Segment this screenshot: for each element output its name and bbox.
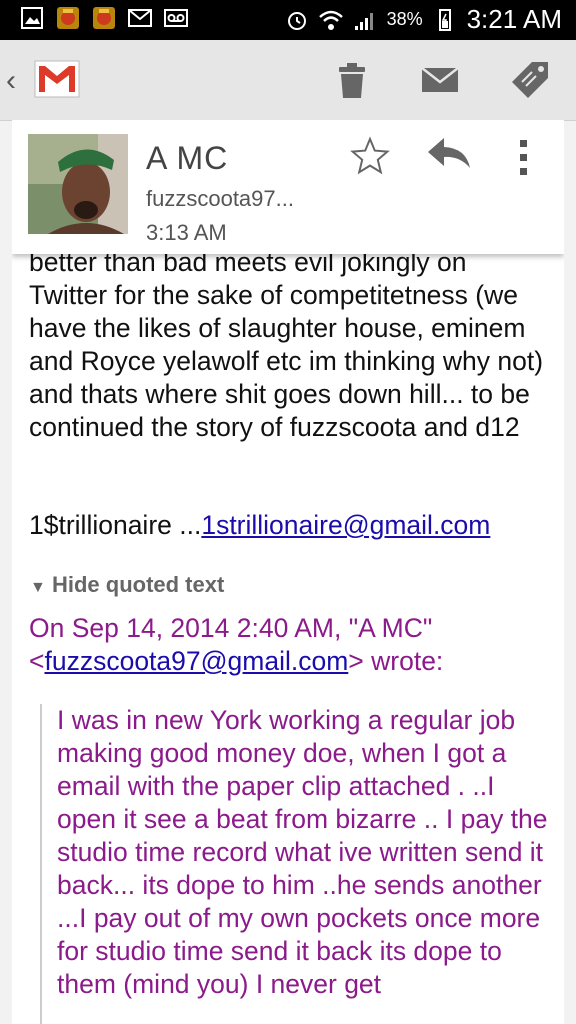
label-tag-icon <box>512 62 548 98</box>
hide-quoted-text-toggle[interactable]: ▼ Hide quoted text <box>30 572 224 598</box>
signature: 1$trillionaire ...1strillionaire@gmail.c… <box>29 510 490 541</box>
star-icon <box>350 136 390 175</box>
star-button[interactable] <box>350 136 390 176</box>
message-view: A MC fuzzscoota97... 3:13 AM better than… <box>12 120 564 1024</box>
triangle-down-icon: ▼ <box>30 579 46 596</box>
quoted-text: I was in new York working a regular job … <box>57 705 548 999</box>
alarm-icon <box>285 8 309 32</box>
sender-name: A MC <box>146 140 229 176</box>
status-bar: 38% 3:21 AM <box>0 0 576 40</box>
envelope-icon <box>421 67 459 92</box>
voicemail-icon <box>164 6 188 30</box>
overflow-menu-button[interactable] <box>512 138 536 178</box>
hide-quoted-label: Hide quoted text <box>51 572 225 597</box>
mark-unread-button[interactable] <box>418 58 462 102</box>
message-body: better than bad meets evil jokingly on T… <box>29 247 544 442</box>
more-vert-icon <box>520 140 527 175</box>
quote-header-suffix: > wrote: <box>348 646 444 676</box>
wifi-icon <box>318 8 343 32</box>
gallery-icon <box>20 6 44 30</box>
battery-percent: 38% <box>386 9 423 29</box>
message-header: A MC fuzzscoota97... 3:13 AM <box>12 120 564 254</box>
message-time: 3:13 AM <box>146 220 227 245</box>
quote-bar <box>40 704 42 1024</box>
quote-header-email-link[interactable]: fuzzscoota97@gmail.com <box>44 646 348 676</box>
avatar[interactable] <box>28 134 128 234</box>
delete-button[interactable] <box>330 58 374 102</box>
reply-icon <box>428 138 470 168</box>
back-chevron-icon[interactable]: ‹ <box>6 64 16 98</box>
trash-icon <box>339 63 365 98</box>
gmail-logo[interactable] <box>34 56 80 102</box>
action-bar: ‹ <box>0 40 576 121</box>
sender-email: fuzzscoota97... <box>146 186 294 211</box>
signature-email-link[interactable]: 1strillionaire@gmail.com <box>201 510 490 540</box>
clash-of-clans-icon <box>92 6 116 30</box>
mail-notification-icon <box>128 6 152 30</box>
reply-button[interactable] <box>426 134 472 174</box>
signature-text: 1$trillionaire ... <box>29 510 202 540</box>
quote-header: On Sep 14, 2014 2:40 AM, "A MC" <fuzzsco… <box>29 612 549 678</box>
status-time: 3:21 AM <box>466 4 562 34</box>
label-button[interactable] <box>508 58 552 102</box>
signal-icon <box>353 8 377 32</box>
battery-icon <box>433 8 457 32</box>
clash-of-clans-icon <box>56 6 80 30</box>
